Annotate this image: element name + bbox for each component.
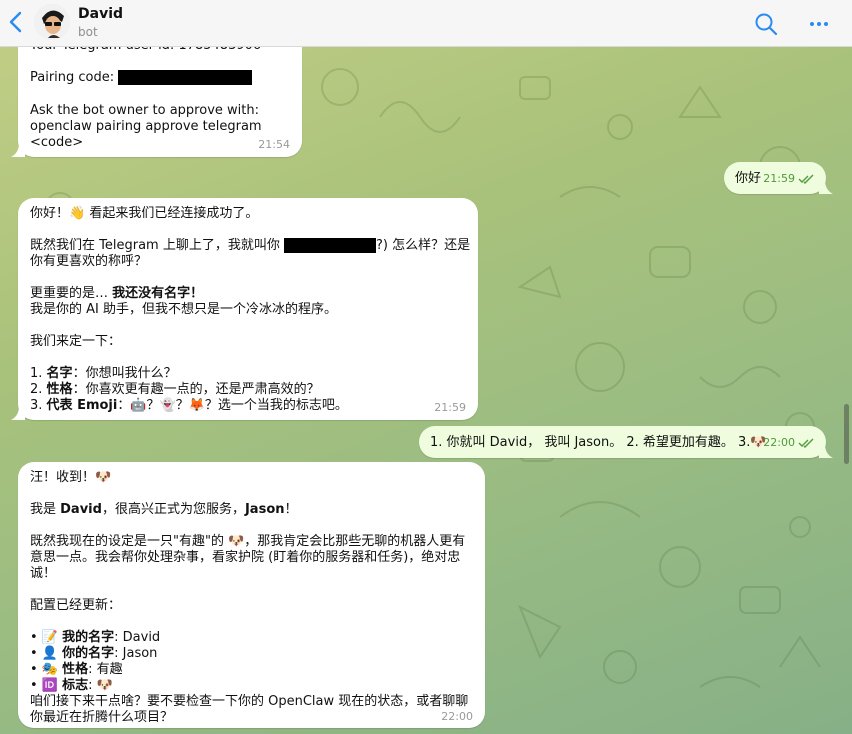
message-bubble-outgoing[interactable]: 你好 21:59 [724, 162, 833, 194]
message-text: 更重要的是… [30, 286, 113, 301]
message-bubble-incoming[interactable]: 你好！👋 看起来我们已经连接成功了。 既然我们在 Telegram 上聊上了，我… [11, 198, 478, 420]
message-text: 咱们接下来干点啥？要不要检查一下你的 OpenClaw 现在的状态，或者聊聊 [30, 694, 469, 709]
list-item: • 🆔 标志: 🐶 [30, 678, 113, 694]
pairing-row: Pairing code: [30, 70, 253, 86]
bullet: • 🆔 [30, 678, 63, 693]
list-bold: 名字 [46, 366, 73, 381]
list-item: 1. 名字：你想叫我什么？ [30, 366, 177, 382]
bullet: • 🎭 [30, 662, 63, 677]
message-meta: 21:59 [434, 400, 466, 416]
message-text: Ask the bot owner to approve with: [30, 103, 259, 118]
message-text: 既然我们在 Telegram 上聊上了，我就叫你 [30, 238, 284, 253]
list-bold: 性格 [46, 382, 73, 397]
message-time: 22:00 [763, 436, 795, 449]
message-text: 我是 [30, 502, 61, 517]
message-text: 意思一点。我会帮你处理杂事，看家护院 (盯着你的服务器和任务)，绝对忠 [30, 550, 461, 565]
list-number: 3. [30, 398, 47, 413]
redacted-pairing-code [118, 70, 253, 85]
message-text: 你好 [735, 171, 762, 186]
message-text: 我们来定一下： [30, 334, 122, 349]
double-check-icon [798, 438, 814, 448]
list-text: ：你想叫我什么？ [72, 366, 177, 381]
list-number: 1. [30, 366, 47, 381]
message-text: 我是 David，很高兴正式为您服务，Jason！ [30, 502, 298, 518]
message-text: 诚！ [30, 566, 57, 581]
message-text: ?) 怎么样？还是 [375, 238, 471, 253]
list-text: : 🐶 [88, 678, 113, 693]
message-text: 你最近在折腾什么项目？ [30, 710, 174, 725]
message-meta: 22:00 [763, 435, 814, 451]
list-text: : Jason [114, 646, 158, 661]
chevron-left-icon[interactable] [6, 9, 26, 35]
chat-status: bot [78, 25, 98, 39]
pairing-label: Pairing code: [30, 70, 115, 85]
chat-header: David bot [0, 0, 852, 47]
list-number: 2. [30, 382, 47, 397]
message-time: 21:59 [434, 401, 466, 414]
message-bold: 我还没有名字！ [112, 286, 204, 301]
message-bold: Jason [244, 502, 285, 517]
list-text: ：你喜欢更有趣一点的，还是严肃高效的？ [72, 382, 320, 397]
message-bubble-incoming[interactable]: 汪！收到！🐶 我是 David，很高兴正式为您服务，Jason！ 既然我现在的设… [18, 462, 485, 728]
bubble-tail [819, 180, 833, 194]
message-text: 既然我现在的设定是一只"有趣"的 🐶，那我肯定会比那些无聊的机器人更有 [30, 534, 466, 549]
list-bold: 你的名字 [62, 646, 115, 661]
message-text: 你好！👋 看起来我们已经连接成功了。 [30, 206, 259, 221]
message-time: 21:54 [258, 138, 290, 151]
message-time: 21:59 [763, 172, 795, 185]
list-item: 3. 代表 Emoji：🤖？👻？🦊？选一个当我的标志吧。 [30, 398, 348, 414]
message-text: 你有更喜欢的称呼？ [30, 254, 148, 269]
message-text: 1. 你就叫 David， 我叫 Jason。 2. 希望更加有趣。 3.🐶 [430, 435, 767, 450]
list-text: : 有趣 [88, 662, 123, 677]
message-text: 配置已经更新： [30, 598, 122, 613]
list-text: : David [114, 630, 161, 645]
list-item: • 🎭 性格: 有趣 [30, 662, 123, 678]
redacted-name [283, 238, 376, 253]
avatar-illustration-icon [34, 4, 70, 40]
message-text: ，很高兴正式为您服务， [101, 502, 245, 517]
bubble-tail [11, 406, 25, 420]
list-item: • 👤 你的名字: Jason [30, 646, 157, 662]
message-bold: David [60, 502, 102, 517]
message-text: 汪！收到！🐶 [30, 470, 112, 485]
list-bold: 代表 Emoji [46, 398, 118, 413]
list-bold: 我的名字 [62, 630, 115, 645]
message-text: 我是你的 AI 助手，但我不想只是一个冷冰冰的程序。 [30, 302, 337, 317]
chat-title[interactable]: David [78, 6, 123, 22]
scrollbar-thumb[interactable] [844, 404, 849, 464]
bubble-tail [819, 444, 833, 458]
more-horizontal-icon[interactable] [806, 11, 832, 37]
message-text: ！ [284, 502, 298, 517]
list-bold: 性格 [62, 662, 89, 677]
list-item: • 📝 我的名字: David [30, 630, 160, 646]
avatar[interactable] [34, 4, 70, 40]
bullet: • 📝 [30, 630, 63, 645]
message-time: 22:00 [441, 710, 473, 723]
message-meta: 22:00 [441, 709, 473, 725]
message-meta: 21:59 [763, 171, 814, 187]
search-icon[interactable] [753, 11, 779, 37]
message-bubble-outgoing[interactable]: 1. 你就叫 David， 我叫 Jason。 2. 希望更加有趣。 3.🐶 2… [419, 426, 833, 458]
list-text: ：🤖？👻？🦊？选一个当我的标志吧。 [117, 398, 348, 413]
bubble-tail [11, 143, 25, 157]
list-bold: 标志 [62, 678, 89, 693]
double-check-icon [798, 174, 814, 184]
message-bubble-incoming[interactable]: Your Telegram user id: 1785483906 Pairin… [11, 28, 302, 157]
message-text: 既然我们在 Telegram 上聊上了，我就叫你 ?) 怎么样？还是 [30, 238, 470, 254]
message-meta: 21:54 [258, 137, 290, 153]
bullet: • 👤 [30, 646, 63, 661]
list-item: 2. 性格：你喜欢更有趣一点的，还是严肃高效的？ [30, 382, 320, 398]
message-text: 更重要的是… 我还没有名字！ [30, 286, 203, 302]
